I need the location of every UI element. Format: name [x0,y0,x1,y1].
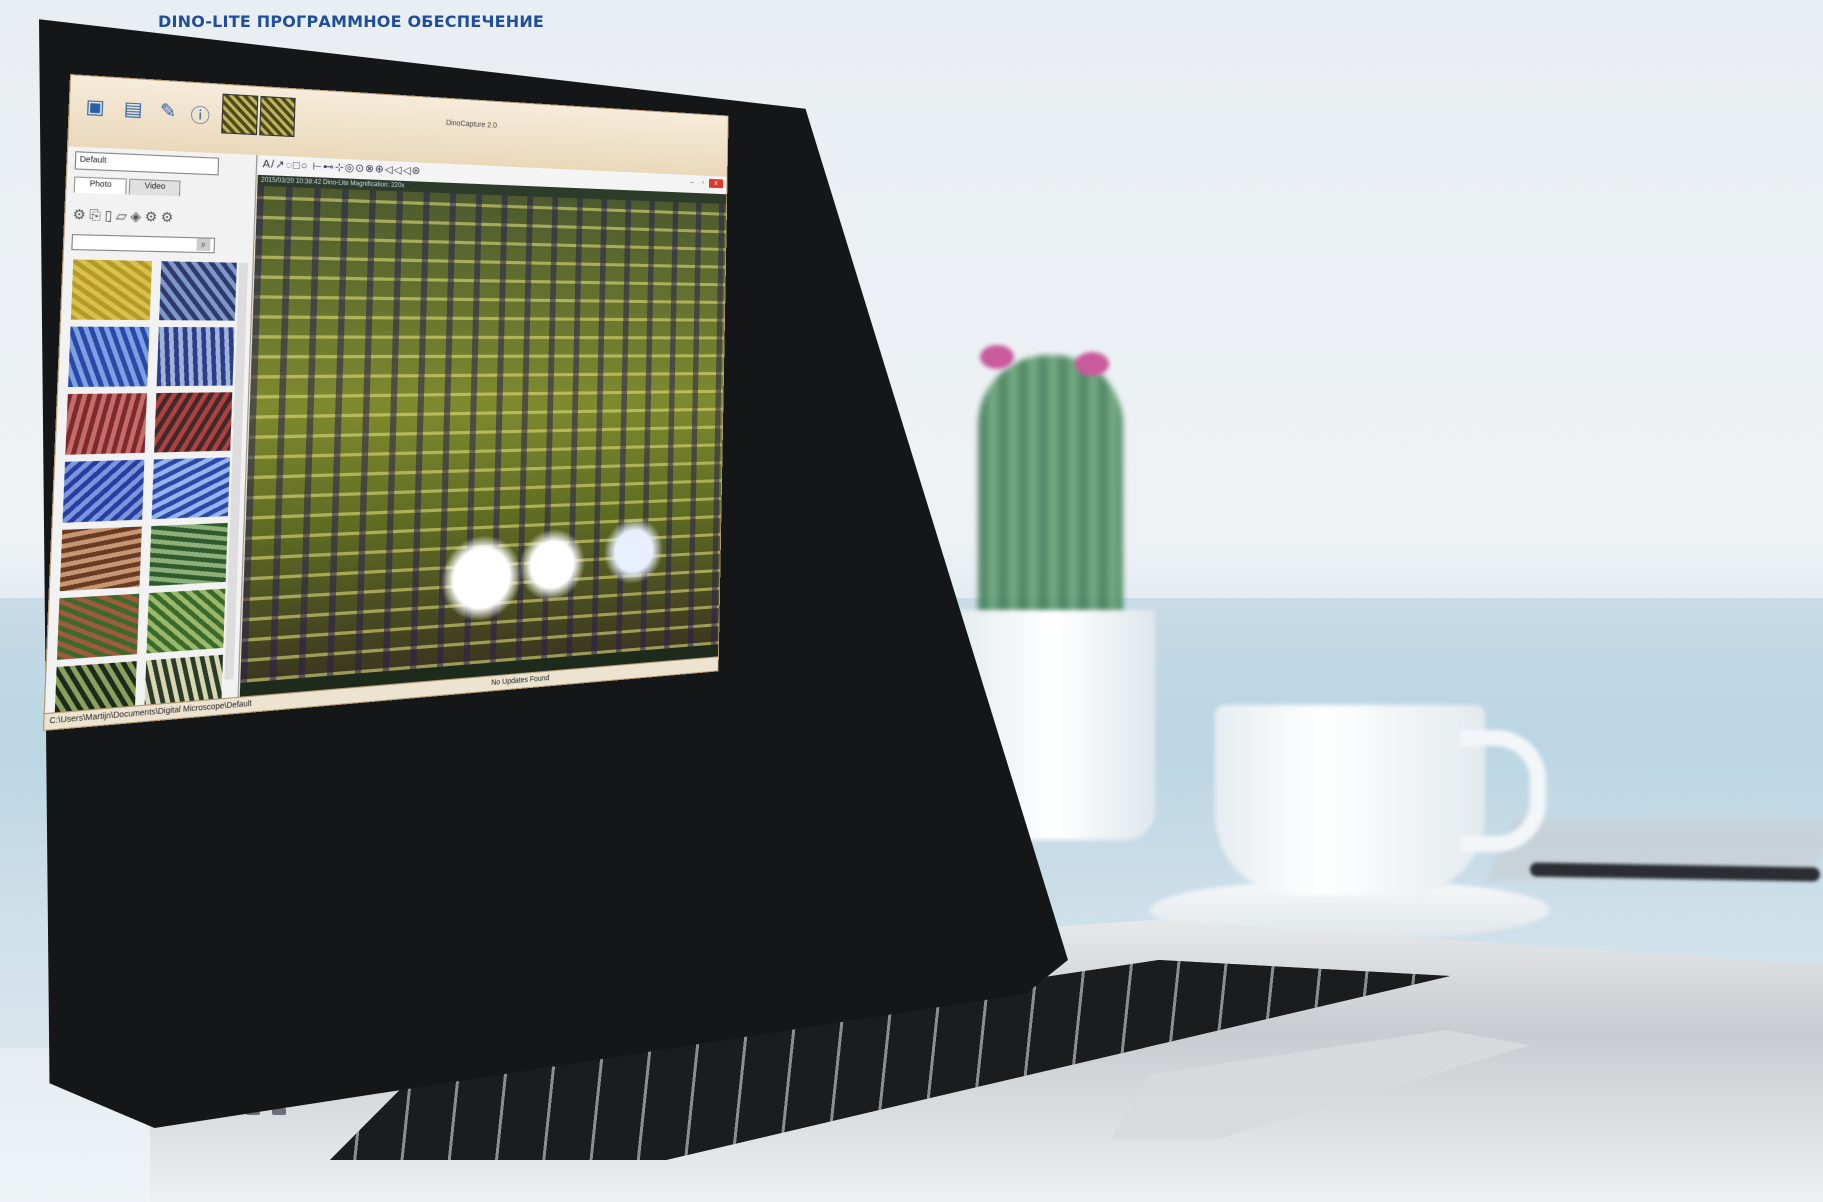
image-thumbnail[interactable] [146,588,226,654]
cactus-flower [1075,352,1109,376]
left-panel: Default Photo Video ⚙⎘▯▱◈⚙⚙ ⌕ [44,146,258,732]
image-thumbnail[interactable] [149,522,228,587]
background-cup-handle [1460,730,1546,852]
app-window: ▣ ▤ ✎ ⓘ DinoCapture 2.0 Default Photo Vi… [42,74,729,732]
search-input[interactable] [71,233,216,254]
image-thumbnail[interactable] [156,326,235,387]
preview-thumbnail[interactable] [221,93,259,136]
tab-photo[interactable]: Photo [73,176,128,195]
media-tabs: Photo Video [73,176,181,197]
info-icon[interactable]: ⓘ [185,98,216,129]
microscope-image[interactable] [240,185,727,683]
window-title: DinoCapture 2.0 [445,119,497,130]
minimize-icon[interactable]: – [688,179,697,187]
image-thumbnail[interactable] [159,261,237,321]
close-icon[interactable]: x [708,178,724,189]
image-thumbnail[interactable] [154,392,233,453]
page-heading: DINO-LITE ПРОГРАММНОЕ ОБЕСПЕЧЕНИЕ [158,12,545,31]
image-thumbnail[interactable] [59,526,142,592]
search-icon[interactable]: ⌕ [196,238,211,251]
display-icon[interactable]: ▤ [117,94,149,125]
file-tools-icons[interactable]: ⚙⎘▯▱◈⚙⚙ [72,206,177,226]
thumbnail-grid [51,259,239,732]
image-thumbnail[interactable] [65,393,147,455]
image-thumbnail[interactable] [68,326,150,388]
preview-icon[interactable]: ▣ [79,92,111,123]
maximize-icon[interactable]: ▫ [698,179,707,187]
tab-video[interactable]: Video [129,178,181,197]
image-thumbnail[interactable] [70,259,152,321]
image-thumbnail[interactable] [151,457,231,520]
pen-icon[interactable]: ✎ [152,96,183,127]
image-viewer: A/↗◌□○ ⊢⊷⊹◎⊙⊗⊕◁◁◁⊛ 2015/03/20 10:38:42 D… [239,155,729,697]
background-cactus [978,355,1123,635]
cactus-flower [980,345,1014,369]
preview-thumbnail[interactable] [259,95,296,138]
background-coffee-cup [1215,705,1485,895]
image-thumbnail[interactable] [56,593,140,660]
image-thumbnail[interactable] [62,459,145,523]
profile-select[interactable]: Default [74,151,220,176]
